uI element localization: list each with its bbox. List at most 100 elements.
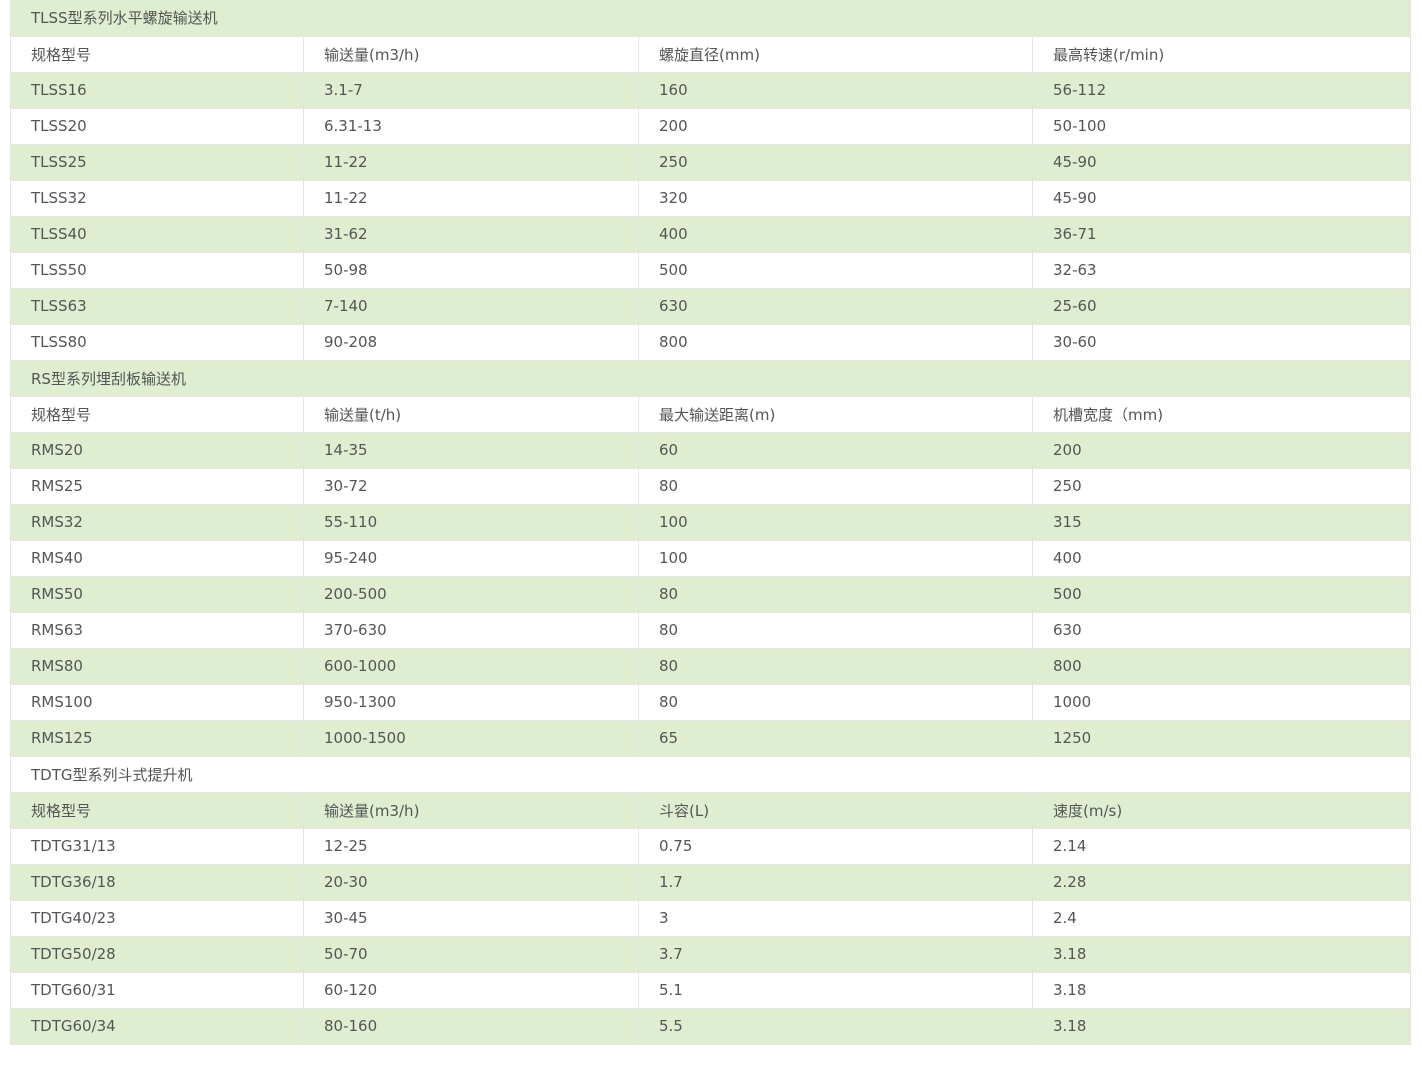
table-row: RMS25 30-72 80 250 xyxy=(10,468,1412,505)
table-cell: 20-30 xyxy=(303,864,639,901)
table-cell: 45-90 xyxy=(1032,180,1412,217)
table-row: RMS100 950-1300 80 1000 xyxy=(10,684,1412,721)
column-header: 规格型号 xyxy=(10,36,304,73)
table-cell: 3 xyxy=(638,900,1033,937)
table-cell: 50-100 xyxy=(1032,108,1412,145)
table-cell: 80-160 xyxy=(303,1008,639,1045)
table-cell: 800 xyxy=(1032,648,1412,685)
table-cell: TDTG36/18 xyxy=(10,864,304,901)
table-row: RMS32 55-110 100 315 xyxy=(10,504,1412,541)
table-cell: RMS80 xyxy=(10,648,304,685)
table-cell: 80 xyxy=(638,684,1033,721)
table-cell: RMS20 xyxy=(10,432,304,469)
table-cell: 25-60 xyxy=(1032,288,1412,325)
table-cell: TLSS63 xyxy=(10,288,304,325)
table-cell: 1250 xyxy=(1032,720,1412,757)
table-cell: 45-90 xyxy=(1032,144,1412,181)
column-header: 规格型号 xyxy=(10,396,304,433)
table-row: RMS50 200-500 80 500 xyxy=(10,576,1412,613)
table-row: TLSS32 11-22 320 45-90 xyxy=(10,180,1412,217)
table-cell: 60-120 xyxy=(303,972,639,1009)
table-row: TLSS20 6.31-13 200 50-100 xyxy=(10,108,1412,145)
spec-table-container: TLSS型系列水平螺旋输送机 规格型号 输送量(m3/h) 螺旋直径(mm) 最高转速(… xyxy=(9,0,1412,1045)
table-cell: RMS63 xyxy=(10,612,304,649)
table-cell: RMS25 xyxy=(10,468,304,505)
table-cell: 500 xyxy=(638,252,1033,289)
column-header: 最高转速(r/min) xyxy=(1032,36,1412,73)
table-cell: 80 xyxy=(638,612,1033,649)
section-title: RS型系列埋刮板输送机 xyxy=(9,360,1412,397)
table-cell: 800 xyxy=(638,324,1033,361)
table-cell: RMS40 xyxy=(10,540,304,577)
table-row: TLSS40 31-62 400 36-71 xyxy=(10,216,1412,253)
table-cell: 400 xyxy=(1032,540,1412,577)
table-cell: 2.14 xyxy=(1032,828,1412,865)
table-cell: 400 xyxy=(638,216,1033,253)
table-row: RMS125 1000-1500 65 1250 xyxy=(10,720,1412,757)
table-cell: 11-22 xyxy=(303,144,639,181)
table-cell: 0.75 xyxy=(638,828,1033,865)
table-cell: 315 xyxy=(1032,504,1412,541)
section-title-row: TLSS型系列水平螺旋输送机 xyxy=(9,0,1412,37)
table-cell: 7-140 xyxy=(303,288,639,325)
column-header: 输送量(t/h) xyxy=(303,396,639,433)
table-cell: 5.5 xyxy=(638,1008,1033,1045)
table-header-row: 规格型号 输送量(m3/h) 螺旋直径(mm) 最高转速(r/min) xyxy=(10,36,1412,73)
table-cell: 30-45 xyxy=(303,900,639,937)
table-row: TDTG60/34 80-160 5.5 3.18 xyxy=(10,1008,1412,1045)
table-cell: 100 xyxy=(638,540,1033,577)
table-cell: TDTG60/34 xyxy=(10,1008,304,1045)
table-cell: 950-1300 xyxy=(303,684,639,721)
table-cell: TLSS32 xyxy=(10,180,304,217)
table-row: TDTG31/13 12-25 0.75 2.14 xyxy=(10,828,1412,865)
column-header: 机槽宽度（mm) xyxy=(1032,396,1412,433)
table-cell: 250 xyxy=(1032,468,1412,505)
spec-table: TLSS型系列水平螺旋输送机 规格型号 输送量(m3/h) 螺旋直径(mm) 最高转速(… xyxy=(9,0,1412,1045)
table-cell: 5.1 xyxy=(638,972,1033,1009)
table-cell: 90-208 xyxy=(303,324,639,361)
table-cell: 1000 xyxy=(1032,684,1412,721)
table-cell: 3.1-7 xyxy=(303,72,639,109)
table-cell: 3.18 xyxy=(1032,936,1412,973)
table-row: TDTG36/18 20-30 1.7 2.28 xyxy=(10,864,1412,901)
table-row: TLSS16 3.1-7 160 56-112 xyxy=(10,72,1412,109)
table-cell: 12-25 xyxy=(303,828,639,865)
table-row: RMS20 14-35 60 200 xyxy=(10,432,1412,469)
table-row: TLSS50 50-98 500 32-63 xyxy=(10,252,1412,289)
table-cell: 50-98 xyxy=(303,252,639,289)
table-cell: 630 xyxy=(1032,612,1412,649)
spec-table-body: TLSS型系列水平螺旋输送机 规格型号 输送量(m3/h) 螺旋直径(mm) 最高转速(… xyxy=(9,0,1412,1045)
table-cell: 56-112 xyxy=(1032,72,1412,109)
table-cell: TLSS25 xyxy=(10,144,304,181)
table-cell: RMS125 xyxy=(10,720,304,757)
table-row: RMS80 600-1000 80 800 xyxy=(10,648,1412,685)
table-cell: 6.31-13 xyxy=(303,108,639,145)
table-cell: 100 xyxy=(638,504,1033,541)
table-cell: 36-71 xyxy=(1032,216,1412,253)
column-header: 输送量(m3/h) xyxy=(303,36,639,73)
table-cell: 32-63 xyxy=(1032,252,1412,289)
section-title-row: TDTG型系列斗式提升机 xyxy=(9,756,1412,793)
table-cell: 65 xyxy=(638,720,1033,757)
table-cell: 200 xyxy=(638,108,1033,145)
table-cell: 250 xyxy=(638,144,1033,181)
section-title-row: RS型系列埋刮板输送机 xyxy=(9,360,1412,397)
section-title: TDTG型系列斗式提升机 xyxy=(9,756,1412,793)
table-cell: TDTG50/28 xyxy=(10,936,304,973)
table-header-row: 规格型号 输送量(m3/h) 斗容(L) 速度(m/s) xyxy=(10,792,1412,829)
table-cell: 55-110 xyxy=(303,504,639,541)
table-row: TDTG60/31 60-120 5.1 3.18 xyxy=(10,972,1412,1009)
table-cell: TLSS80 xyxy=(10,324,304,361)
section-title: TLSS型系列水平螺旋输送机 xyxy=(9,0,1412,37)
table-cell: 80 xyxy=(638,576,1033,613)
table-cell: TLSS20 xyxy=(10,108,304,145)
table-cell: 80 xyxy=(638,468,1033,505)
table-cell: 200-500 xyxy=(303,576,639,613)
column-header: 最大输送距离(m) xyxy=(638,396,1033,433)
table-row: TLSS25 11-22 250 45-90 xyxy=(10,144,1412,181)
table-cell: 320 xyxy=(638,180,1033,217)
table-cell: 3.7 xyxy=(638,936,1033,973)
table-cell: 3.18 xyxy=(1032,972,1412,1009)
table-cell: 370-630 xyxy=(303,612,639,649)
table-cell: RMS32 xyxy=(10,504,304,541)
